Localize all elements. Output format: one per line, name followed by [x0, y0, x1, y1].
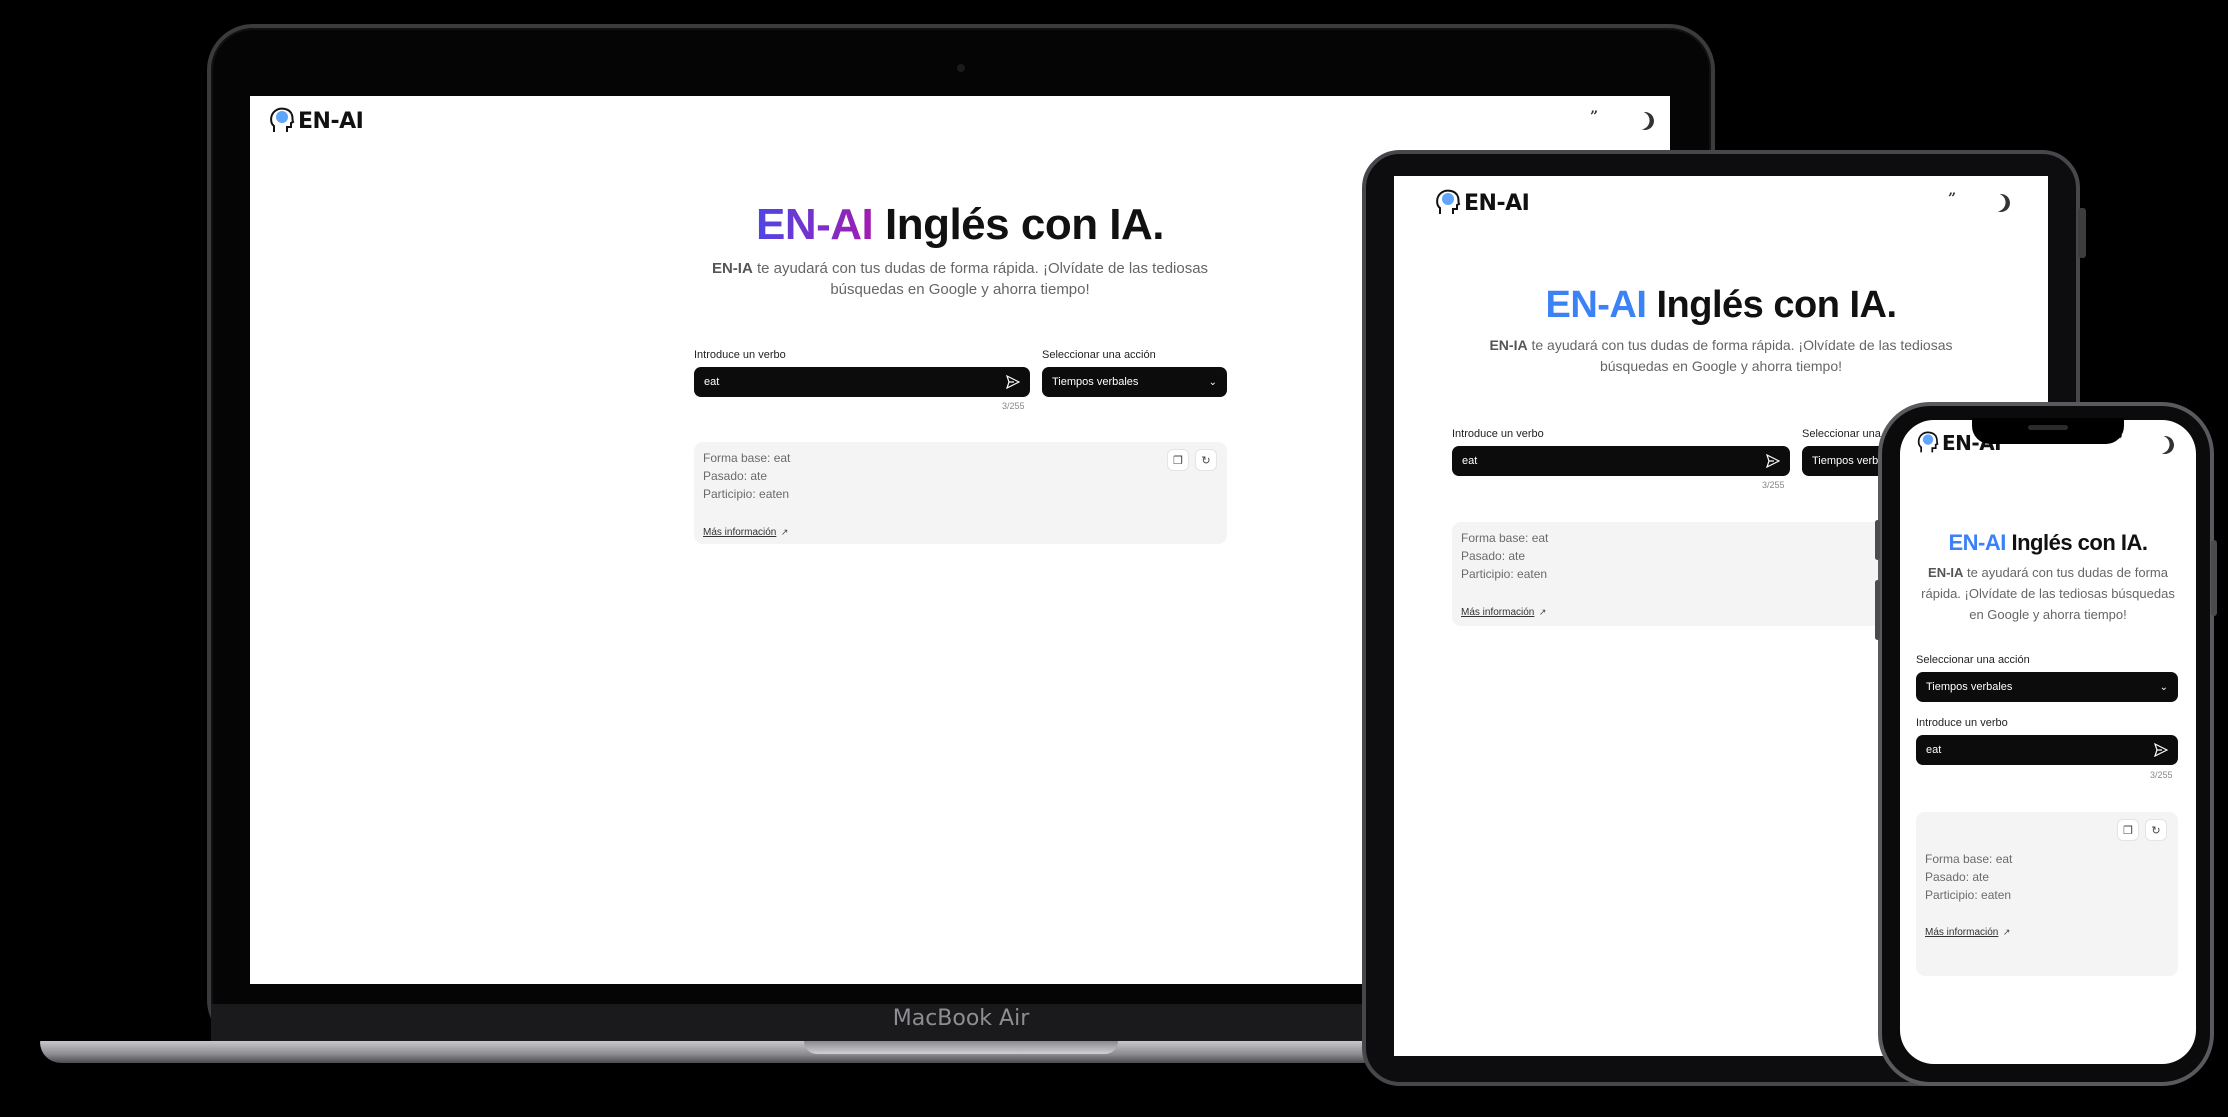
result-line-past: Pasado: ate	[1925, 870, 1990, 884]
hero: EN-AI Inglés con IA. EN-IA te ayudará co…	[560, 200, 1360, 300]
laptop-opening-notch	[804, 1041, 1118, 1054]
char-counter: 3/255	[1002, 401, 1025, 411]
more-info[interactable]: Más información ↗	[703, 522, 788, 540]
result-lines: Forma base: eat Pasado: ate Participio: …	[703, 449, 790, 503]
verb-label: Introduce un verbo	[694, 349, 786, 361]
hero-sub-text: te ayudará con tus dudas de forma rápida…	[752, 260, 1209, 298]
hero-title: EN-AI Inglés con IA.	[1421, 284, 2021, 327]
send-icon[interactable]	[1006, 375, 1020, 389]
app-mobile: EN-AI ” EN-AI Inglés con IA. EN-IA te ay…	[1900, 420, 2196, 1064]
external-link-icon: ↗	[2002, 927, 2011, 937]
more-info[interactable]: Más información ↗	[1461, 602, 1546, 620]
verb-input-value: eat	[1926, 744, 1942, 756]
brain-head-icon	[1436, 189, 1461, 214]
verb-input[interactable]: eat	[1916, 735, 2178, 765]
send-icon[interactable]	[2154, 743, 2168, 757]
result-card: ❐ ↻ Forma base: eat Pasado: ate Particip…	[694, 442, 1227, 544]
refresh-icon: ↻	[1201, 454, 1211, 467]
logo[interactable]: EN-AI	[268, 106, 364, 136]
result-line-base: Forma base: eat	[1461, 531, 1549, 545]
char-counter: 3/255	[1762, 480, 1785, 490]
more-info[interactable]: Más información ↗	[1925, 922, 2010, 940]
verb-label: Introduce un verbo	[1452, 428, 1544, 440]
phone-notch	[1972, 418, 2124, 444]
result-line-base: Forma base: eat	[703, 451, 791, 465]
laptop-camera	[957, 64, 965, 72]
result-line-participle: Participio: eaten	[1461, 567, 1548, 581]
copy-icon: ❐	[2123, 824, 2133, 837]
quote-icon[interactable]: ”	[1948, 192, 1956, 206]
quote-icon[interactable]: ”	[1590, 110, 1598, 124]
phone-volume-button	[1875, 580, 1880, 640]
result-card: ❐ ↻ Forma base: eat Pasado: ate Particip…	[1916, 812, 2178, 976]
verb-input-value: eat	[1462, 455, 1478, 467]
hero-title-rest: Inglés con IA.	[2005, 530, 2148, 555]
hero-subtitle: EN-IA te ayudará con tus dudas de forma …	[1917, 562, 2179, 625]
theme-toggle-button[interactable]	[1636, 112, 1654, 130]
logo-text: EN-AI	[298, 108, 364, 134]
hero: EN-AI Inglés con IA. EN-IA te ayudará co…	[1908, 530, 2188, 625]
copy-button[interactable]: ❐	[2118, 820, 2138, 840]
moon-icon	[2153, 433, 2176, 456]
copy-icon: ❐	[1173, 454, 1183, 467]
hero-title-rest: Inglés con IA.	[873, 200, 1165, 249]
theme-toggle-button[interactable]	[2156, 436, 2174, 454]
refresh-button[interactable]: ↻	[1196, 450, 1216, 470]
action-select-value: Tiempos verbales	[1926, 681, 2013, 693]
verb-input[interactable]: eat	[1452, 446, 1790, 476]
result-line-past: Pasado: ate	[703, 469, 768, 483]
action-select[interactable]: Tiempos verbales ⌄	[1916, 672, 2178, 702]
phone-side-button	[2211, 540, 2217, 616]
result-line-participle: Participio: eaten	[703, 487, 790, 501]
chevron-down-icon: ⌄	[1208, 376, 1217, 388]
logo[interactable]: EN-AI	[1434, 188, 1530, 218]
hero-title: EN-AI Inglés con IA.	[1908, 530, 2188, 556]
result-line-base: Forma base: eat	[1925, 852, 2013, 866]
brain-head-icon	[270, 107, 295, 132]
send-icon[interactable]	[1766, 454, 1780, 468]
copy-button[interactable]: ❐	[1168, 450, 1188, 470]
hero: EN-AI Inglés con IA. EN-IA te ayudará co…	[1421, 284, 2021, 377]
verb-label: Introduce un verbo	[1916, 717, 2008, 729]
more-info-link[interactable]: Más información	[703, 527, 776, 538]
hero-title: EN-AI Inglés con IA.	[560, 200, 1360, 250]
hero-brand: EN-AI	[1948, 530, 2006, 555]
chevron-down-icon: ⌄	[2159, 681, 2168, 693]
refresh-icon: ↻	[2151, 824, 2161, 837]
tablet-side-button	[2078, 208, 2086, 258]
phone-screen: EN-AI ” EN-AI Inglés con IA. EN-IA te ay…	[1900, 420, 2196, 1064]
hero-sub-brand: EN-IA	[1489, 337, 1528, 353]
external-link-icon: ↗	[1538, 607, 1547, 617]
hero-sub-brand: EN-IA	[711, 260, 753, 277]
result-lines: Forma base: eat Pasado: ate Participio: …	[1925, 850, 2012, 904]
action-label: Seleccionar una acción	[1042, 349, 1156, 361]
hero-sub-brand: EN-IA	[1928, 565, 1964, 580]
moon-icon	[1989, 191, 2012, 214]
logo-text: EN-AI	[1464, 190, 1530, 216]
phone-speaker	[2028, 425, 2068, 430]
verb-input[interactable]: eat	[694, 367, 1030, 397]
action-label: Seleccionar una acción	[1916, 654, 2030, 666]
refresh-button[interactable]: ↻	[2146, 820, 2166, 840]
hero-brand: EN-AI	[755, 200, 874, 249]
moon-icon	[1633, 109, 1656, 132]
hero-subtitle: EN-IA te ayudará con tus dudas de forma …	[690, 258, 1230, 300]
theme-toggle-button[interactable]	[1992, 194, 2010, 212]
char-counter: 3/255	[2150, 770, 2173, 780]
verb-input-value: eat	[704, 376, 720, 388]
hero-sub-text: te ayudará con tus dudas de forma rápida…	[1527, 337, 1953, 374]
action-select-value: Tiempos verbales	[1052, 376, 1139, 388]
hero-subtitle: EN-IA te ayudará con tus dudas de forma …	[1461, 335, 1981, 377]
hero-title-rest: Inglés con IA.	[1646, 284, 1897, 326]
brain-head-icon	[1917, 431, 1939, 453]
external-link-icon: ↗	[780, 527, 789, 537]
result-line-past: Pasado: ate	[1461, 549, 1526, 563]
more-info-link[interactable]: Más información	[1925, 927, 1998, 938]
more-info-link[interactable]: Más información	[1461, 607, 1534, 618]
result-lines: Forma base: eat Pasado: ate Participio: …	[1461, 529, 1548, 583]
hero-brand: EN-AI	[1545, 284, 1647, 326]
phone-mute-switch	[1875, 520, 1880, 560]
action-select[interactable]: Tiempos verbales ⌄	[1042, 367, 1227, 397]
result-line-participle: Participio: eaten	[1925, 888, 2012, 902]
